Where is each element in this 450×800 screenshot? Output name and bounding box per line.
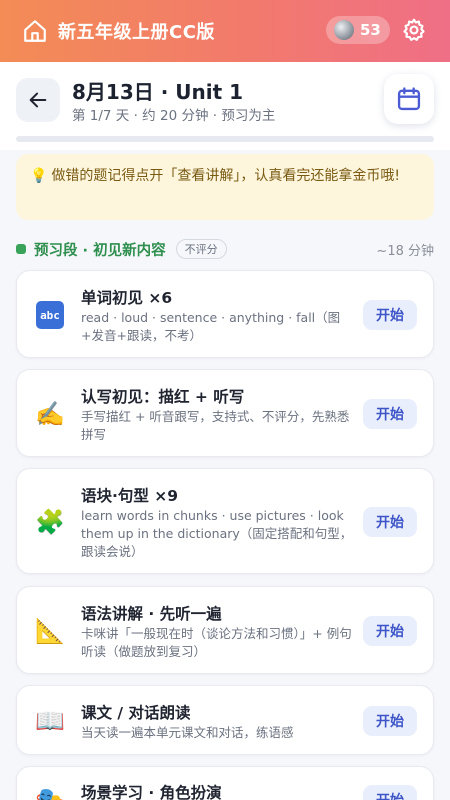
coin-count: 53	[360, 21, 381, 39]
task-title: 单词初见 ×6	[81, 289, 173, 307]
section-dot	[16, 244, 26, 254]
start-button[interactable]: 开始	[363, 616, 417, 646]
start-button[interactable]: 开始	[363, 300, 417, 330]
tip-banner: 💡 做错的题记得点开「查看讲解」，认真看完还能拿金币哦!	[16, 154, 434, 220]
calendar-button[interactable]	[384, 74, 434, 124]
home-icon[interactable]	[20, 16, 50, 46]
arrow-left-icon	[29, 92, 47, 108]
task-description: 手写描红 + 听音跟写，支持式、不评分，先熟悉拼写	[81, 409, 350, 442]
task-description: learn words in chunks · use pictures · l…	[81, 508, 353, 559]
task-card[interactable]: 🧩 语块·句型 ×9 learn words in chunks · use p…	[16, 468, 434, 574]
section-header: 预习段 · 初见新内容 不评分 ~18 分钟	[16, 238, 434, 260]
start-button[interactable]: 开始	[363, 785, 417, 800]
coin-balance[interactable]: 53	[326, 16, 390, 44]
open-book-icon: 📖	[35, 707, 65, 735]
task-title: 场景学习 · 角色扮演	[81, 784, 222, 800]
day-title: 8月13日 · Unit 1	[72, 80, 244, 104]
task-title: 语块·句型 ×9	[81, 487, 179, 505]
task-card[interactable]: 📐 语法讲解 · 先听一遍 卡咪讲「一般现在时（谈论方法和习惯）」+ 例句听读（…	[16, 586, 434, 674]
task-description: 卡咪讲「一般现在时（谈论方法和习惯）」+ 例句听读（做题放到复习）	[81, 626, 352, 659]
top-bar: 新五年级上册CC版 53	[0, 0, 450, 62]
section-title: 预习段 · 初见新内容	[34, 242, 166, 259]
start-button[interactable]: 开始	[363, 399, 417, 429]
task-card[interactable]: ✍️ 认写初见：描红 + 听写 手写描红 + 听音跟写，支持式、不评分，先熟悉拼…	[16, 369, 434, 457]
writing-hand-icon: ✍️	[35, 400, 65, 428]
task-card[interactable]: 🎭 场景学习 · 角色扮演 开始	[16, 766, 434, 800]
task-title: 认写初见：描红 + 听写	[81, 388, 245, 406]
day-header: 8月13日 · Unit 1 第 1/7 天 · 约 20 分钟 · 预习为主	[0, 62, 450, 150]
app-title: 新五年级上册CC版	[58, 22, 215, 43]
start-button[interactable]: 开始	[363, 706, 417, 736]
task-card[interactable]: abc 单词初见 ×6 read · loud · sentence · any…	[16, 270, 434, 358]
puzzle-icon: 🧩	[35, 508, 65, 536]
task-card[interactable]: 📖 课文 / 对话朗读 当天读一遍本单元课文和对话，练语感 开始	[16, 685, 434, 755]
task-description: read · loud · sentence · anything · fall…	[81, 310, 341, 343]
back-button[interactable]	[16, 78, 60, 122]
ruler-triangle-icon: 📐	[35, 617, 65, 645]
tip-text: 做错的题记得点开「查看讲解」，认真看完还能拿金币哦!	[51, 168, 401, 184]
task-title: 课文 / 对话朗读	[81, 704, 191, 722]
mask-icon: 🎭	[35, 786, 65, 800]
task-description: 当天读一遍本单元课文和对话，练语感	[81, 725, 294, 740]
section-duration: ~18 分钟	[376, 243, 434, 259]
gear-icon[interactable]	[398, 14, 430, 46]
start-button[interactable]: 开始	[363, 507, 417, 537]
coin-icon	[334, 20, 354, 40]
ungraded-badge: 不评分	[175, 239, 227, 259]
day-subtitle: 第 1/7 天 · 约 20 分钟 · 预习为主	[72, 108, 276, 124]
abc-icon: abc	[35, 300, 65, 330]
lightbulb-icon: 💡	[30, 168, 48, 184]
task-title: 语法讲解 · 先听一遍	[81, 605, 222, 623]
day-progress-bar	[16, 136, 434, 142]
calendar-icon	[397, 87, 421, 111]
